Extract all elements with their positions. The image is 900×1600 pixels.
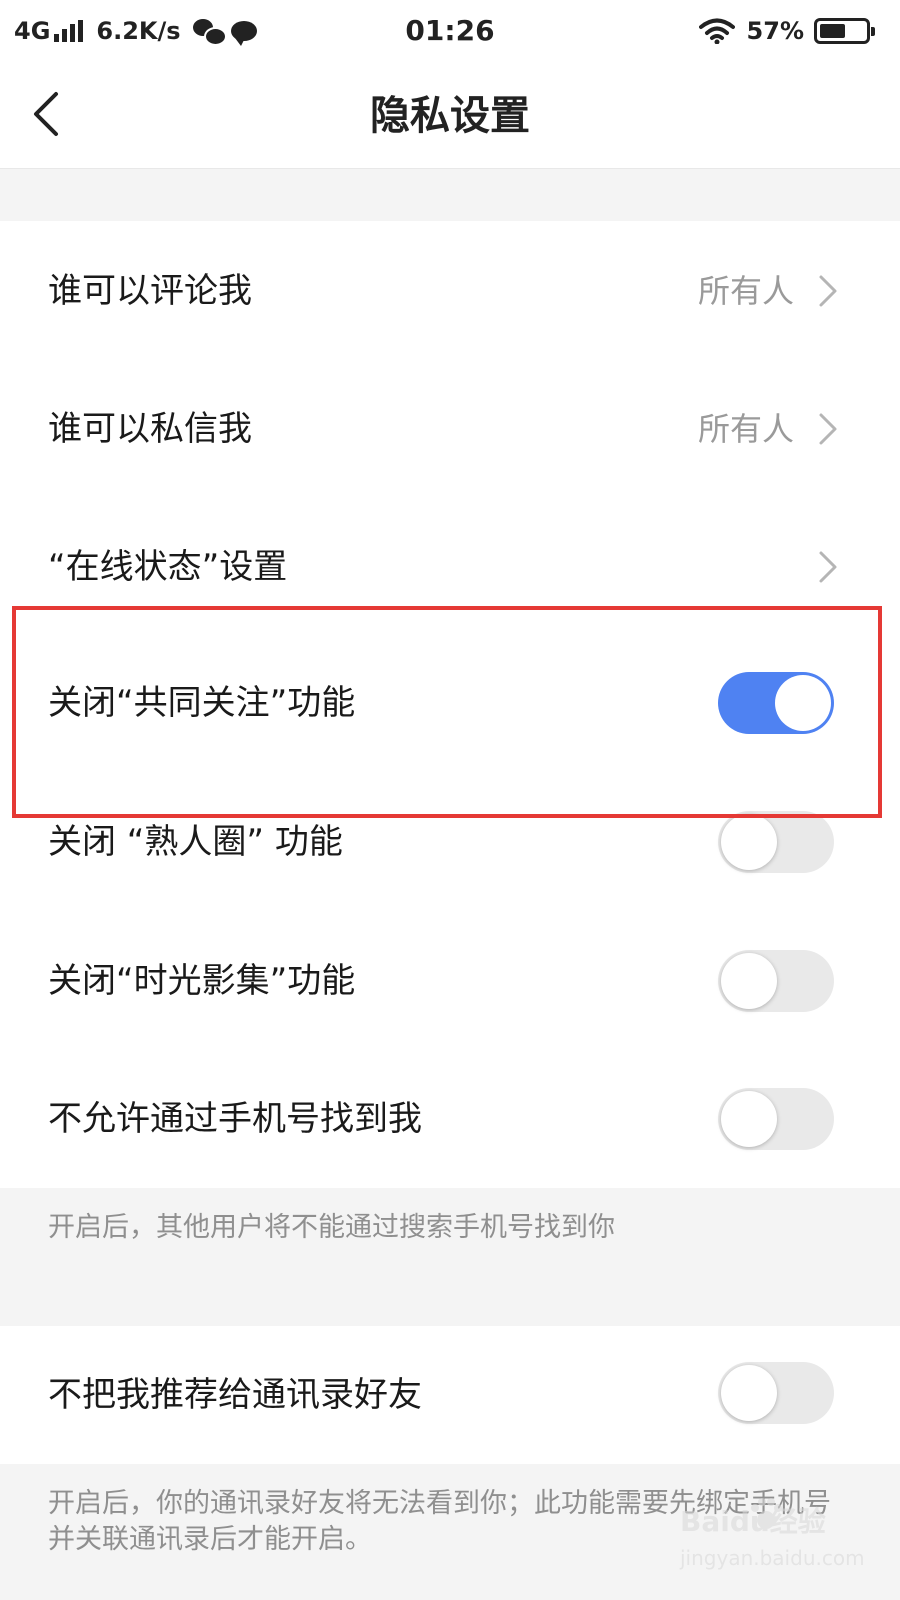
watermark-url: jingyan.baidu.com bbox=[680, 1546, 865, 1570]
battery-percent: 57% bbox=[746, 17, 804, 45]
battery-icon bbox=[814, 18, 875, 44]
chevron-right-icon bbox=[819, 551, 837, 583]
toggle-knob bbox=[721, 1365, 777, 1421]
battery-fill bbox=[820, 24, 845, 38]
nav-bar: 隐私设置 bbox=[0, 62, 900, 169]
setting-label: 谁可以私信我 bbox=[48, 409, 252, 449]
mutual-follow-toggle[interactable] bbox=[718, 672, 834, 734]
setting-disable-acquaintance-circle: 关闭 “熟人圈” 功能 bbox=[0, 772, 900, 912]
setting-label: 不允许通过手机号找到我 bbox=[48, 1099, 422, 1139]
setting-hide-from-phone-search: 不允许通过手机号找到我 bbox=[0, 1049, 900, 1189]
setting-who-can-comment[interactable]: 谁可以评论我 所有人 bbox=[0, 221, 900, 361]
wifi-icon bbox=[698, 18, 735, 44]
setting-who-can-message[interactable]: 谁可以私信我 所有人 bbox=[0, 359, 900, 499]
toggle-knob bbox=[721, 1091, 777, 1147]
contact-recommend-toggle[interactable] bbox=[718, 1362, 834, 1424]
status-bar: 4G 6.2K/s 01:26 57% bbox=[0, 0, 900, 62]
paw-icon bbox=[751, 1498, 782, 1529]
setting-label: 关闭“时光影集”功能 bbox=[48, 961, 356, 1001]
page-title: 隐私设置 bbox=[370, 93, 530, 139]
phone-search-toggle[interactable] bbox=[718, 1088, 834, 1150]
setting-label: 谁可以评论我 bbox=[48, 271, 252, 311]
section-spacer bbox=[0, 169, 900, 221]
setting-label: “在线状态”设置 bbox=[48, 547, 288, 587]
chevron-right-icon bbox=[819, 275, 837, 307]
setting-value: 所有人 bbox=[697, 272, 794, 310]
toggle-knob bbox=[775, 675, 831, 731]
toggle-knob bbox=[721, 953, 777, 1009]
acquaintance-circle-toggle[interactable] bbox=[718, 811, 834, 873]
time-album-toggle[interactable] bbox=[718, 950, 834, 1012]
chevron-right-icon bbox=[819, 413, 837, 445]
setting-label: 不把我推荐给通讯录好友 bbox=[48, 1375, 422, 1415]
note-text: 开启后，其他用户将不能通过搜索手机号找到你 bbox=[48, 1212, 615, 1243]
setting-disable-time-album: 关闭“时光影集”功能 bbox=[0, 911, 900, 1051]
setting-no-contact-recommend: 不把我推荐给通讯录好友 bbox=[0, 1326, 900, 1464]
setting-value: 所有人 bbox=[697, 410, 794, 448]
setting-label: 关闭“共同关注”功能 bbox=[48, 683, 356, 723]
status-right: 57% bbox=[698, 14, 875, 48]
setting-online-status[interactable]: “在线状态”设置 bbox=[0, 497, 900, 637]
toggle-knob bbox=[721, 814, 777, 870]
setting-label: 关闭 “熟人圈” 功能 bbox=[48, 822, 343, 862]
watermark: Baidu经验 jingyan.baidu.com bbox=[680, 1498, 865, 1590]
phone-search-note: 开启后，其他用户将不能通过搜索手机号找到你 bbox=[0, 1188, 900, 1326]
setting-disable-mutual-follow: 关闭“共同关注”功能 bbox=[0, 633, 900, 773]
